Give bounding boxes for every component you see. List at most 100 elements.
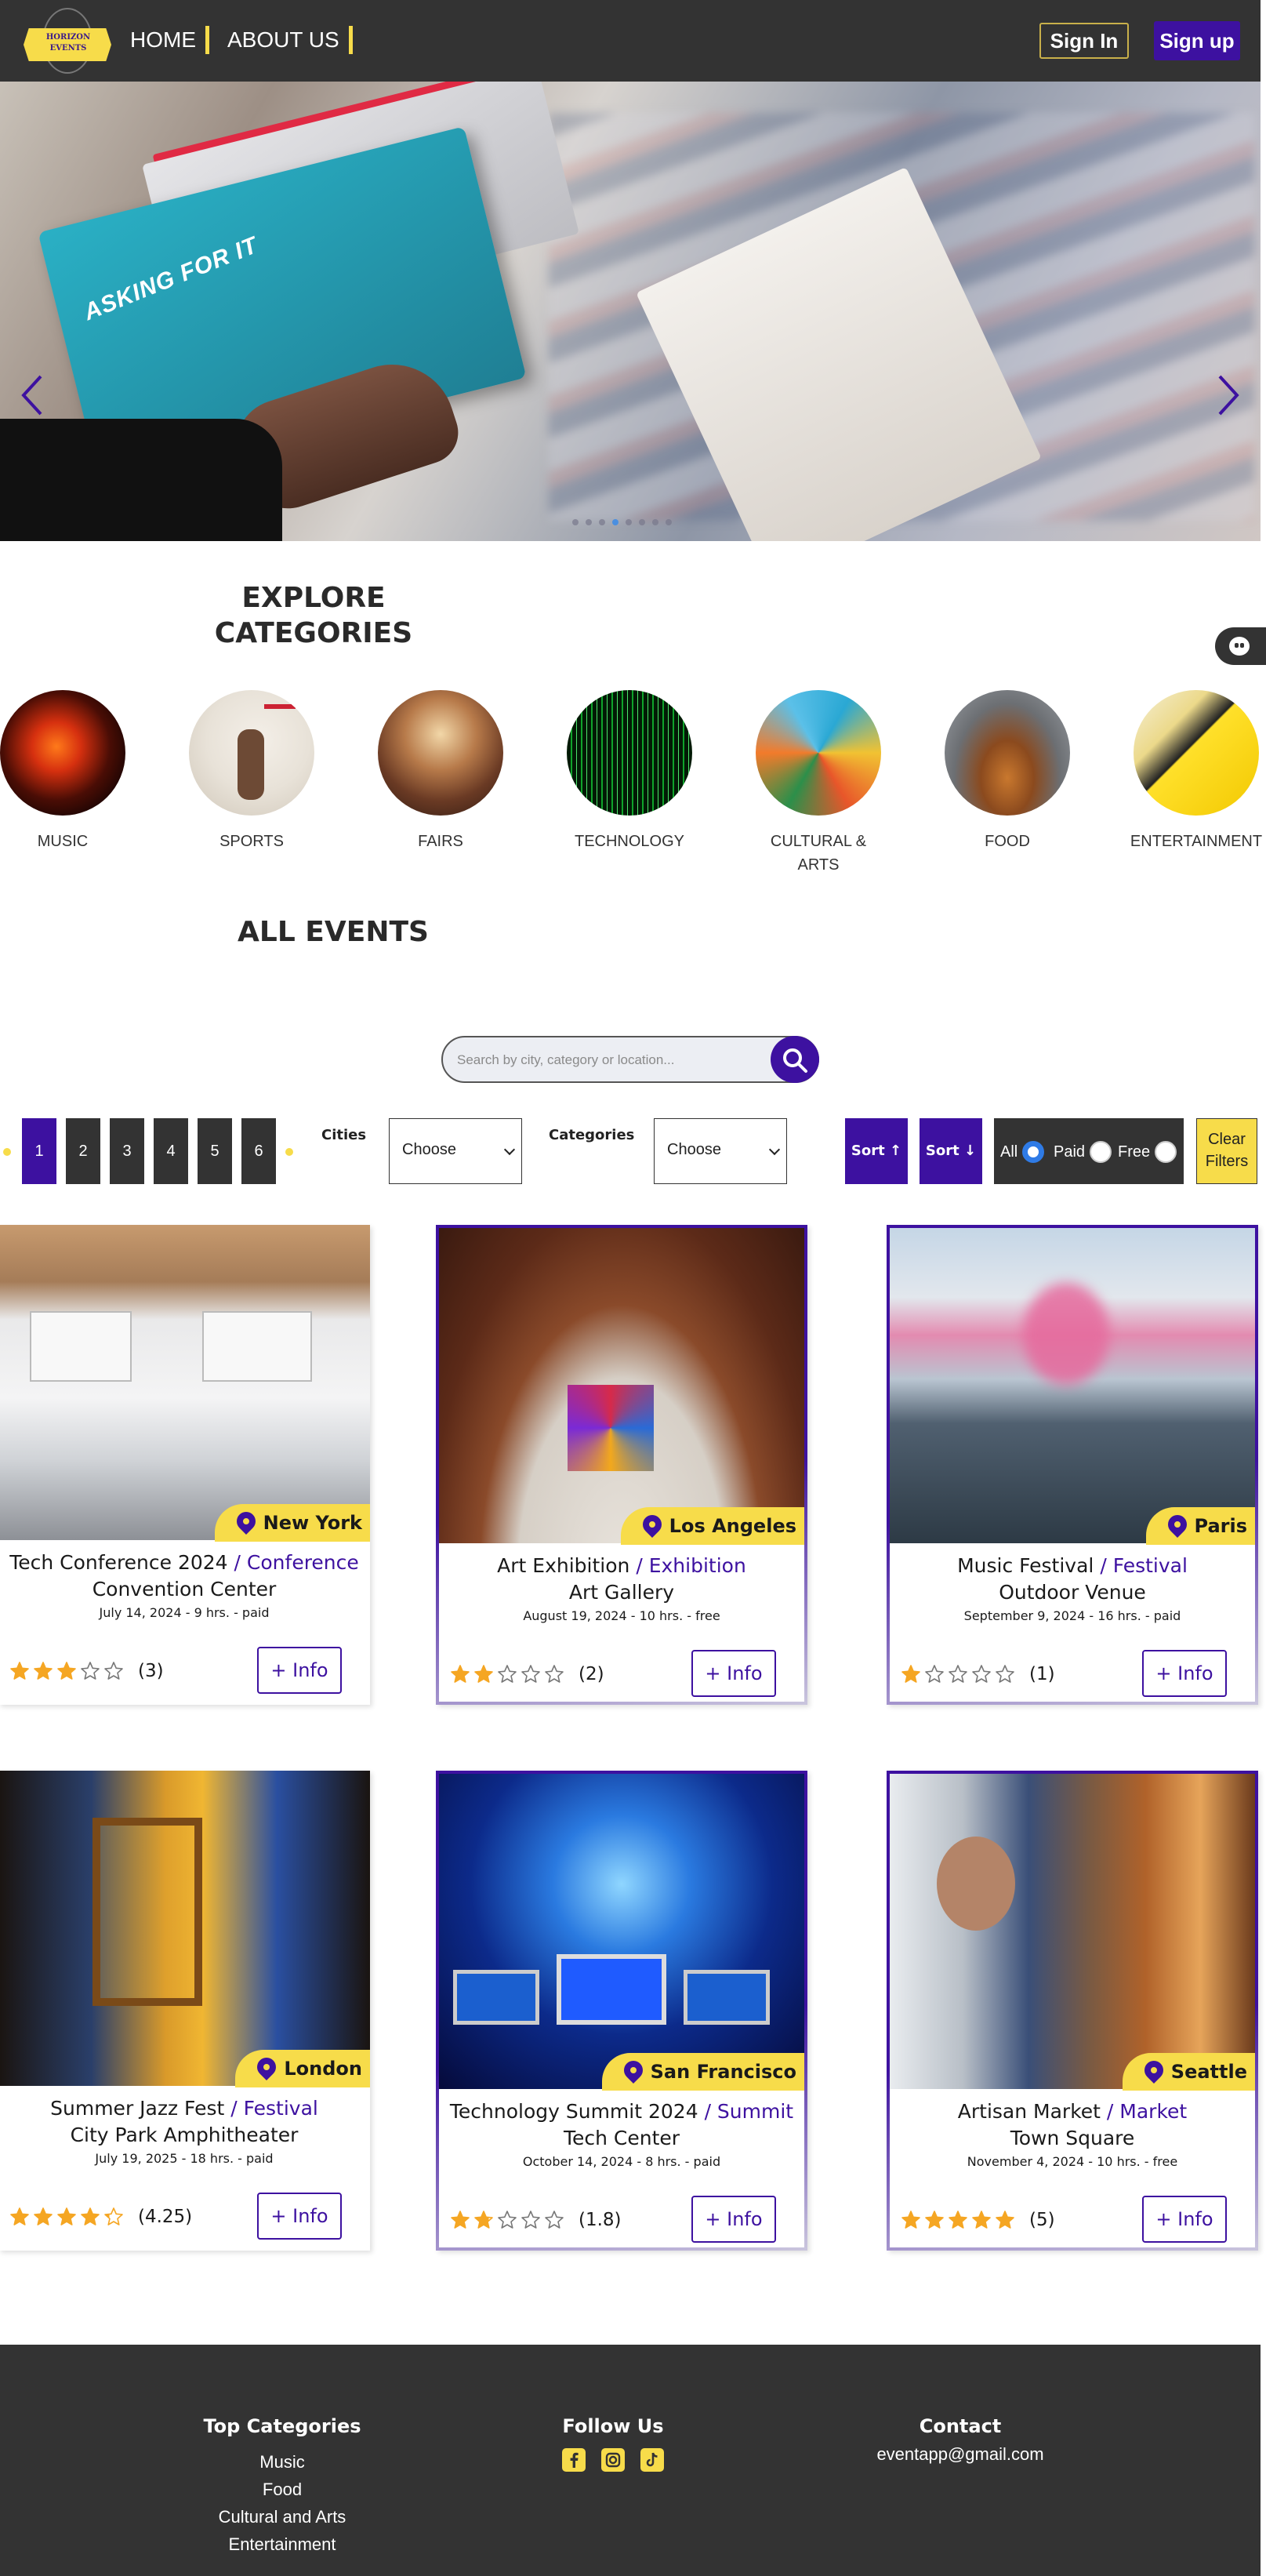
footer-link-food[interactable]: Food bbox=[188, 2476, 376, 2503]
event-city-tag: San Francisco bbox=[601, 2053, 804, 2091]
logo-text: HORIZON EVENTS bbox=[22, 32, 114, 54]
facebook-icon[interactable] bbox=[562, 2448, 586, 2472]
footer-contact-email[interactable]: eventapp@gmail.com bbox=[862, 2440, 1058, 2468]
food-burgers-image bbox=[945, 690, 1070, 816]
sort-descending-button[interactable]: Sort ↓ bbox=[920, 1118, 982, 1184]
chat-bot-button[interactable] bbox=[1215, 627, 1266, 665]
event-info-button[interactable]: + Info bbox=[1142, 1650, 1227, 1697]
carousel-next-arrow-icon[interactable] bbox=[1212, 372, 1243, 419]
page-4-button[interactable]: 4 bbox=[154, 1118, 188, 1184]
carousel-dot[interactable] bbox=[639, 519, 645, 525]
event-venue: Convention Center bbox=[92, 1578, 277, 1600]
event-city-tag: London bbox=[235, 2050, 370, 2087]
event-title: Technology Summit 2024 / Summit bbox=[449, 2100, 794, 2123]
carousel-dot[interactable] bbox=[652, 519, 658, 525]
page-6-button[interactable]: 6 bbox=[241, 1118, 276, 1184]
search-input[interactable] bbox=[457, 1048, 755, 1072]
clear-filters-button[interactable]: Clear Filters bbox=[1196, 1118, 1257, 1184]
category-label: FAIRS bbox=[418, 833, 463, 850]
carousel-dot[interactable] bbox=[572, 519, 579, 525]
radio-unselected[interactable] bbox=[1090, 1141, 1112, 1163]
rating-stars: (4.25) bbox=[9, 2207, 192, 2227]
star-filled-icon bbox=[474, 1665, 493, 1683]
footer-link-music[interactable]: Music bbox=[188, 2448, 376, 2476]
page-3-button[interactable]: 3 bbox=[110, 1118, 144, 1184]
event-info-button[interactable]: + Info bbox=[691, 2196, 776, 2243]
footer-link-entertainment[interactable]: Entertainment bbox=[188, 2531, 376, 2558]
event-image-digital-city bbox=[439, 1774, 804, 2089]
carousel-prev-arrow-icon[interactable] bbox=[17, 372, 49, 419]
event-venue: Art Gallery bbox=[568, 1581, 675, 1604]
event-info-button[interactable]: + Info bbox=[1142, 2196, 1227, 2243]
event-image-festival bbox=[890, 1228, 1255, 1543]
rating-stars: (3) bbox=[9, 1661, 164, 1681]
event-venue: City Park Amphitheater bbox=[70, 2124, 299, 2146]
sort-ascending-button[interactable]: Sort ↑ bbox=[845, 1118, 908, 1184]
carousel-dot-active[interactable] bbox=[612, 519, 618, 525]
rating-count: (1) bbox=[1029, 1664, 1055, 1684]
event-image-conference bbox=[0, 1225, 370, 1540]
rating-stars: (2) bbox=[450, 1664, 604, 1684]
event-title: Tech Conference 2024 / Conference bbox=[9, 1551, 359, 1574]
cities-label: Cities bbox=[321, 1127, 367, 1143]
rating-count: (1.8) bbox=[579, 2210, 622, 2230]
categories-select[interactable]: Choose bbox=[654, 1118, 787, 1184]
payment-option-all[interactable]: All bbox=[1000, 1141, 1045, 1163]
page-2-button[interactable]: 2 bbox=[66, 1118, 100, 1184]
nav-about-link[interactable]: ABOUT US bbox=[227, 26, 353, 54]
cultural-arts-paint-image bbox=[756, 690, 881, 816]
explore-categories-title: EXPLORE CATEGORIES bbox=[212, 580, 415, 651]
star-filled-icon bbox=[57, 1662, 76, 1680]
cities-select[interactable]: Choose bbox=[389, 1118, 522, 1184]
carousel-dot[interactable] bbox=[599, 519, 605, 525]
event-card[interactable]: Los Angeles Art Exhibition / Exhibition … bbox=[436, 1225, 807, 1705]
location-pin-icon bbox=[1140, 2057, 1167, 2084]
sign-in-button[interactable]: Sign In bbox=[1039, 23, 1129, 59]
category-sports[interactable]: SPORTS bbox=[181, 690, 322, 853]
page-1-button[interactable]: 1 bbox=[22, 1118, 56, 1184]
event-card[interactable]: London Summer Jazz Fest / Festival City … bbox=[0, 1771, 370, 2251]
payment-option-paid[interactable]: Paid bbox=[1054, 1141, 1112, 1163]
event-card[interactable]: San Francisco Technology Summit 2024 / S… bbox=[436, 1771, 807, 2251]
tiktok-icon[interactable] bbox=[640, 2448, 664, 2472]
payment-option-free[interactable]: Free bbox=[1118, 1141, 1177, 1163]
carousel-dot[interactable] bbox=[626, 519, 632, 525]
event-card[interactable]: Seattle Artisan Market / Market Town Squ… bbox=[887, 1771, 1258, 2251]
search-button[interactable] bbox=[771, 1036, 819, 1083]
event-info-button[interactable]: + Info bbox=[257, 2193, 342, 2240]
footer-link-cultural-arts[interactable]: Cultural and Arts bbox=[188, 2503, 376, 2531]
star-filled-icon bbox=[949, 2211, 967, 2229]
radio-unselected[interactable] bbox=[1155, 1141, 1177, 1163]
event-card[interactable]: New York Tech Conference 2024 / Conferen… bbox=[0, 1225, 370, 1705]
star-empty-icon bbox=[81, 1662, 100, 1680]
page-5-button[interactable]: 5 bbox=[198, 1118, 232, 1184]
nav-home-link[interactable]: HOME bbox=[130, 26, 209, 54]
logo-text-line1: HORIZON bbox=[45, 33, 91, 42]
category-entertainment[interactable]: ENTERTAINMENT bbox=[1126, 690, 1266, 853]
location-pin-icon bbox=[619, 2057, 647, 2084]
carousel-dot[interactable] bbox=[666, 519, 672, 525]
category-technology[interactable]: TECHNOLOGY bbox=[559, 690, 700, 853]
event-info-button[interactable]: + Info bbox=[691, 1650, 776, 1697]
technology-matrix-image bbox=[567, 690, 692, 816]
event-search-bar bbox=[441, 1036, 819, 1083]
radio-selected[interactable] bbox=[1022, 1141, 1045, 1163]
pagination-next-dot[interactable] bbox=[285, 1148, 293, 1156]
pagination-prev-dot[interactable] bbox=[3, 1148, 11, 1156]
site-footer: Top Categories Music Food Cultural and A… bbox=[0, 2345, 1261, 2576]
sign-up-button[interactable]: Sign up bbox=[1154, 21, 1240, 60]
location-pin-icon bbox=[232, 1508, 259, 1535]
instagram-icon[interactable] bbox=[601, 2448, 625, 2472]
category-music[interactable]: MUSIC bbox=[0, 690, 133, 853]
category-food[interactable]: FOOD bbox=[937, 690, 1078, 853]
event-card[interactable]: Paris Music Festival / Festival Outdoor … bbox=[887, 1225, 1258, 1705]
event-info-button[interactable]: + Info bbox=[257, 1647, 342, 1694]
carousel-dot[interactable] bbox=[586, 519, 592, 525]
star-empty-icon bbox=[996, 1665, 1014, 1683]
category-cultural-arts[interactable]: CULTURAL & ARTS bbox=[748, 690, 889, 877]
event-title: Music Festival / Festival bbox=[957, 1554, 1188, 1577]
horizon-events-logo[interactable]: HORIZON EVENTS bbox=[22, 8, 114, 74]
location-pin-icon bbox=[638, 1511, 666, 1538]
event-title: Art Exhibition / Exhibition bbox=[497, 1554, 746, 1577]
category-fairs[interactable]: FAIRS bbox=[370, 690, 511, 853]
